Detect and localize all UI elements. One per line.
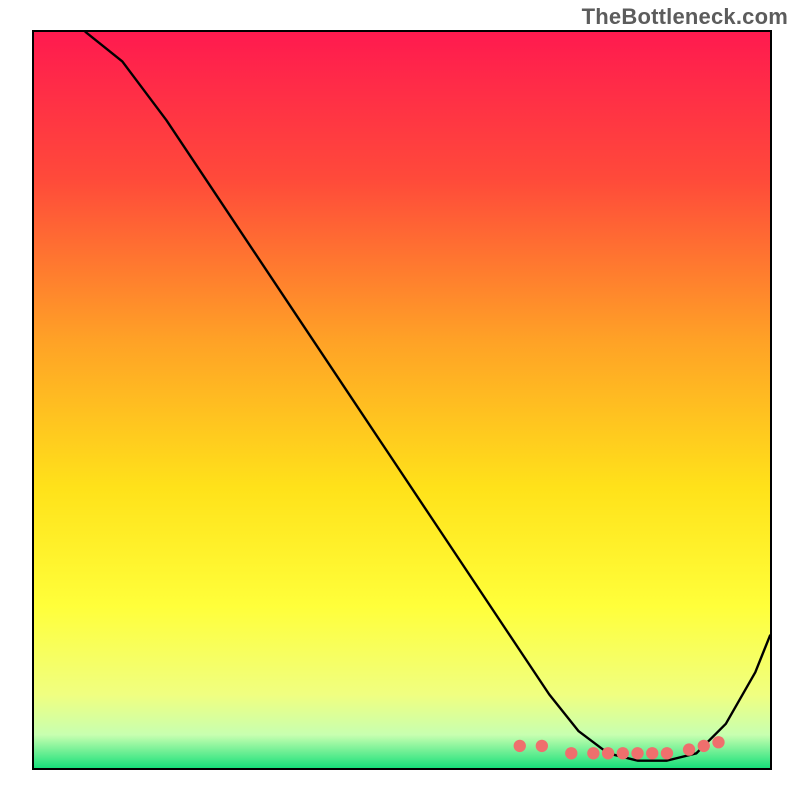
marker-dot [587,747,599,759]
marker-dot [565,747,577,759]
plot-svg [34,32,770,768]
plot-area [32,30,772,770]
marker-dot [646,747,658,759]
marker-dot [698,740,710,752]
marker-dot [536,740,548,752]
gradient-background [34,32,770,768]
marker-dot [712,736,724,748]
marker-dot [617,747,629,759]
marker-dot [683,743,695,755]
marker-dot [661,747,673,759]
marker-dot [631,747,643,759]
marker-dot [602,747,614,759]
watermark-label: TheBottleneck.com [582,4,788,30]
chart-stage: TheBottleneck.com [0,0,800,800]
marker-dot [514,740,526,752]
